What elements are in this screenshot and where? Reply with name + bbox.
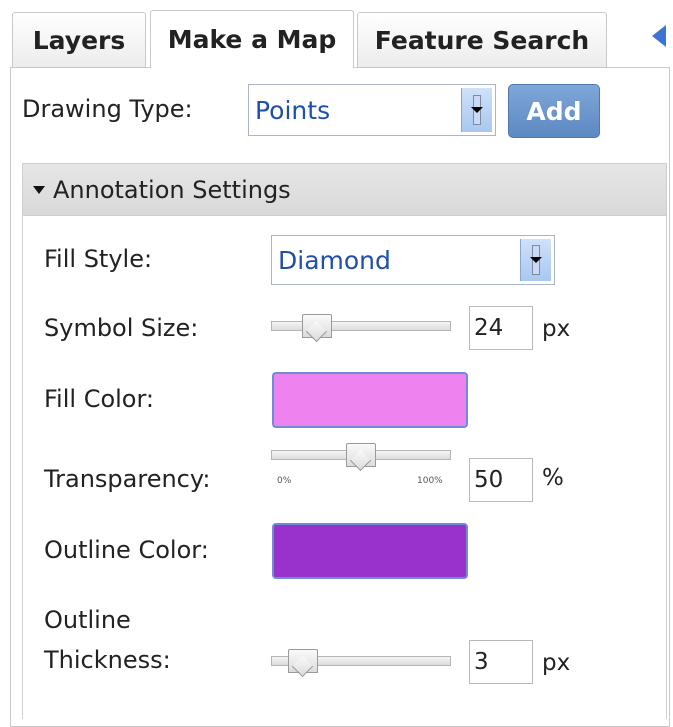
drawing-type-dropdown-button[interactable] — [461, 88, 492, 132]
outline-thickness-input[interactable]: 3 — [469, 640, 533, 684]
transparency-unit: % — [542, 465, 564, 491]
symbol-size-input[interactable]: 24 — [469, 306, 533, 350]
transparency-min-label: 0% — [277, 476, 292, 486]
drawing-type-label: Drawing Type: — [22, 95, 193, 123]
symbol-size-slider-track[interactable] — [271, 321, 451, 331]
drawing-type-value: Points — [255, 95, 331, 125]
outline-thickness-label-line2: Thickness: — [44, 646, 171, 674]
outline-thickness-slider-thumb[interactable] — [288, 649, 318, 673]
chevron-down-icon — [530, 257, 542, 263]
fill-style-label: Fill Style: — [44, 245, 153, 273]
symbol-size-label: Symbol Size: — [44, 314, 199, 342]
transparency-label: Transparency: — [44, 465, 211, 493]
outline-thickness-unit: px — [542, 650, 571, 676]
fill-style-dropdown-button[interactable] — [520, 239, 551, 281]
outline-color-swatch[interactable] — [272, 523, 468, 579]
tab-layers[interactable]: Layers — [12, 12, 146, 67]
collapse-caret-icon — [33, 185, 45, 194]
fill-style-select[interactable]: Diamond — [271, 235, 555, 285]
fill-color-swatch[interactable] — [272, 372, 468, 428]
outline-thickness-label-line1: Outline — [44, 606, 131, 634]
annotation-settings-title: Annotation Settings — [53, 175, 291, 204]
add-button[interactable]: Add — [508, 84, 600, 138]
fill-color-label: Fill Color: — [44, 385, 155, 413]
tab-bar: Layers Make a Map Feature Search — [0, 0, 673, 70]
chevron-down-icon — [471, 107, 483, 113]
symbol-size-slider-thumb[interactable] — [302, 314, 332, 338]
drawing-type-select[interactable]: Points — [248, 84, 496, 136]
annotation-settings-header[interactable]: Annotation Settings — [23, 164, 666, 216]
fill-style-value: Diamond — [278, 245, 391, 275]
outline-color-label: Outline Color: — [44, 536, 209, 564]
tab-make-a-map[interactable]: Make a Map — [150, 10, 354, 68]
transparency-input[interactable]: 50 — [469, 458, 533, 502]
scroll-tabs-left-icon[interactable] — [652, 25, 666, 47]
symbol-size-unit: px — [542, 316, 571, 342]
transparency-slider-thumb[interactable] — [346, 443, 376, 467]
tab-feature-search[interactable]: Feature Search — [357, 12, 607, 67]
transparency-max-label: 100% — [417, 476, 443, 486]
